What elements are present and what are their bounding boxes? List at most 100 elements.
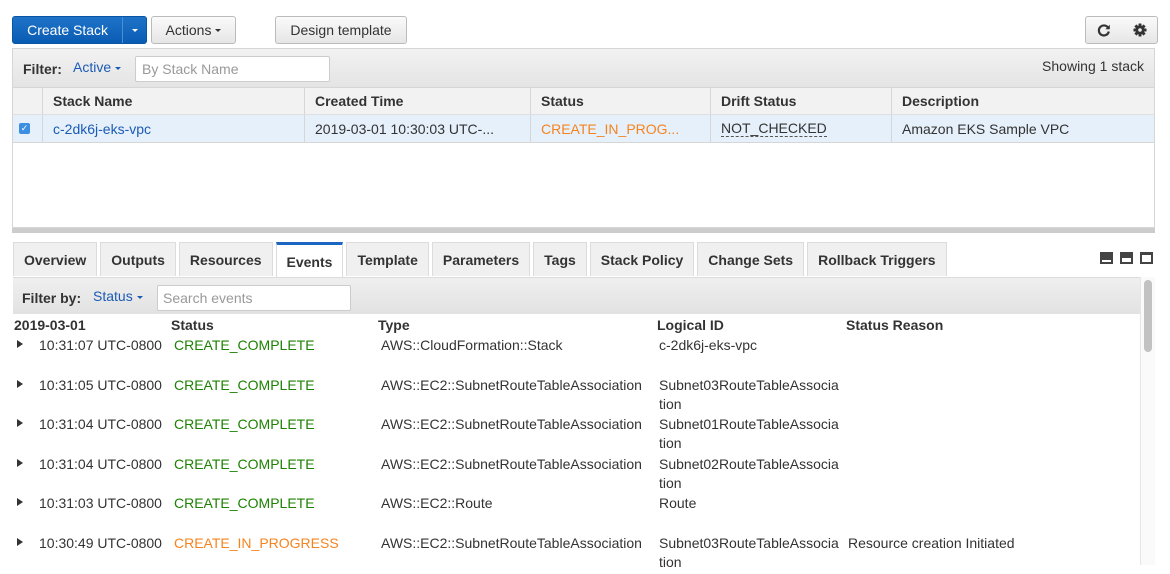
panel-maximize-icon[interactable] — [1140, 252, 1153, 264]
drift-status-cell: NOT_CHECKED — [711, 115, 892, 142]
events-status-filter-dropdown[interactable]: Status — [93, 288, 143, 304]
event-row[interactable]: 10:31:04 UTC-0800 CREATE_COMPLETE AWS::EC2… — [13, 415, 1140, 455]
tab-overview[interactable]: Overview — [13, 242, 98, 276]
row-checkbox[interactable]: ✓ — [19, 123, 30, 134]
events-filter-bar: Filter by: Status — [13, 277, 1140, 314]
event-type: AWS::EC2::Route — [381, 495, 493, 511]
tab-resources[interactable]: Resources — [178, 242, 273, 276]
stacks-table: Stack Name Created Time Status Drift Sta… — [12, 87, 1155, 228]
events-scrollbar[interactable] — [1140, 277, 1155, 565]
event-time: 10:31:04 UTC-0800 — [39, 456, 162, 472]
event-time: 10:31:04 UTC-0800 — [39, 416, 162, 432]
tab-events[interactable]: Events — [275, 242, 344, 277]
stack-row[interactable]: ✓ c-2dk6j-eks-vpc 2019-03-01 10:30:03 UT… — [13, 115, 1154, 143]
event-row[interactable]: 10:31:07 UTC-0800 CREATE_COMPLETE AWS::Clo… — [13, 336, 1140, 376]
event-status: CREATE_COMPLETE — [174, 495, 315, 511]
header-status[interactable]: Status — [531, 88, 711, 114]
header-created-time[interactable]: Created Time — [305, 88, 531, 114]
caret-down-icon — [136, 295, 143, 299]
event-row[interactable]: 10:30:49 UTC-0800 CREATE_IN_PROGRESS AWS::… — [13, 534, 1140, 574]
caret-down-icon — [215, 28, 222, 32]
expand-row-icon[interactable] — [17, 498, 23, 506]
tab-template[interactable]: Template — [346, 242, 429, 276]
description-cell: Amazon EKS Sample VPC — [902, 120, 1070, 137]
stack-filter-bar: Filter: Active Showing 1 stack — [12, 48, 1155, 87]
event-type: AWS::EC2::SubnetRouteTableAssociation — [381, 456, 642, 472]
toolbar: Create Stack Actions Design template — [12, 16, 1158, 44]
events-filter-label: Filter by: — [22, 290, 82, 306]
header-status-reason: Status Reason — [846, 317, 944, 333]
stack-status-filter-dropdown[interactable]: Active — [73, 59, 122, 75]
caret-down-icon — [131, 28, 138, 32]
header-date: 2019-03-01 — [14, 317, 86, 333]
design-template-button[interactable]: Design template — [275, 16, 407, 44]
header-status: Status — [171, 317, 214, 333]
created-time-cell: 2019-03-01 10:30:03 UTC-... — [305, 115, 531, 142]
event-time: 10:30:49 UTC-0800 — [39, 535, 162, 551]
create-stack-button[interactable]: Create Stack — [13, 22, 122, 38]
stacks-table-header: Stack Name Created Time Status Drift Sta… — [13, 87, 1154, 115]
stack-status-filter-value: Active — [73, 59, 112, 75]
event-status: CREATE_COMPLETE — [174, 377, 315, 393]
filter-label: Filter: — [23, 61, 62, 77]
panel-resize-handle[interactable] — [12, 228, 1155, 233]
settings-button[interactable] — [1122, 16, 1158, 44]
scrollbar-thumb[interactable] — [1144, 280, 1152, 352]
actions-dropdown-button[interactable]: Actions — [151, 16, 236, 44]
expand-row-icon[interactable] — [17, 459, 23, 467]
event-status-reason: Resource creation Initiated — [848, 535, 1015, 551]
panel-half-icon[interactable] — [1120, 252, 1133, 264]
gear-icon — [1133, 23, 1146, 37]
detail-tabs: Overview Outputs Resources Events Template Pa… — [13, 242, 950, 277]
header-description[interactable]: Description — [892, 88, 1154, 114]
expand-row-icon[interactable] — [17, 538, 23, 546]
actions-label: Actions — [165, 22, 212, 38]
refresh-button[interactable] — [1085, 16, 1123, 44]
row-select-cell: ✓ — [13, 115, 43, 142]
event-type: AWS::EC2::SubnetRouteTableAssociation — [381, 535, 642, 551]
event-logical-id: Route — [659, 495, 697, 511]
event-status: CREATE_COMPLETE — [174, 456, 315, 472]
tab-rollback-triggers[interactable]: Rollback Triggers — [807, 242, 947, 276]
event-row[interactable]: 10:31:05 UTC-0800 CREATE_COMPLETE AWS::EC2… — [13, 376, 1140, 416]
events-table-header: 2019-03-01 Status Type Logical ID Status… — [13, 314, 1140, 334]
tab-change-sets[interactable]: Change Sets — [697, 242, 805, 276]
header-drift-status[interactable]: Drift Status — [711, 88, 892, 114]
header-type: Type — [378, 317, 410, 333]
tab-outputs[interactable]: Outputs — [100, 242, 176, 276]
event-status: CREATE_COMPLETE — [174, 416, 315, 432]
event-type: AWS::EC2::SubnetRouteTableAssociation — [381, 416, 642, 432]
events-status-filter-value: Status — [93, 288, 133, 304]
stack-name-cell: c-2dk6j-eks-vpc — [43, 115, 305, 142]
stack-status-cell: CREATE_IN_PROG... — [531, 115, 711, 142]
event-row[interactable]: 10:31:04 UTC-0800 CREATE_COMPLETE AWS::EC2… — [13, 455, 1140, 495]
events-search-input[interactable] — [157, 285, 351, 311]
tab-tags[interactable]: Tags — [533, 242, 587, 276]
tab-stack-policy[interactable]: Stack Policy — [589, 242, 695, 276]
event-type: AWS::EC2::SubnetRouteTableAssociation — [381, 377, 642, 393]
create-stack-dropdown-button[interactable] — [122, 17, 146, 43]
drift-status-value[interactable]: NOT_CHECKED — [721, 120, 827, 137]
stack-name-link[interactable]: c-2dk6j-eks-vpc — [53, 121, 151, 137]
event-type: AWS::CloudFormation::Stack — [381, 337, 563, 353]
expand-row-icon[interactable] — [17, 340, 23, 348]
tab-parameters[interactable]: Parameters — [431, 242, 531, 276]
event-row[interactable]: 10:31:03 UTC-0800 CREATE_COMPLETE AWS::EC2… — [13, 494, 1140, 534]
header-stack-name[interactable]: Stack Name — [43, 88, 305, 114]
stack-name-search-input[interactable] — [135, 56, 330, 82]
event-status: CREATE_COMPLETE — [174, 337, 315, 353]
refresh-icon — [1097, 24, 1110, 37]
showing-count: Showing 1 stack — [1042, 58, 1144, 74]
event-logical-id: Subnet03RouteTableAssociation — [659, 377, 839, 412]
event-time: 10:31:07 UTC-0800 — [39, 337, 162, 353]
expand-row-icon[interactable] — [17, 380, 23, 388]
event-time: 10:31:03 UTC-0800 — [39, 495, 162, 511]
expand-row-icon[interactable] — [17, 419, 23, 427]
panel-minimize-icon[interactable] — [1100, 252, 1113, 264]
event-logical-id: c-2dk6j-eks-vpc — [659, 337, 758, 353]
event-logical-id: Subnet01RouteTableAssociation — [659, 416, 839, 451]
event-logical-id: Subnet02RouteTableAssociation — [659, 456, 839, 491]
create-stack-button-group: Create Stack — [12, 16, 147, 44]
event-logical-id: Subnet03RouteTableAssociation — [659, 535, 839, 570]
panel-size-controls — [1100, 252, 1153, 264]
